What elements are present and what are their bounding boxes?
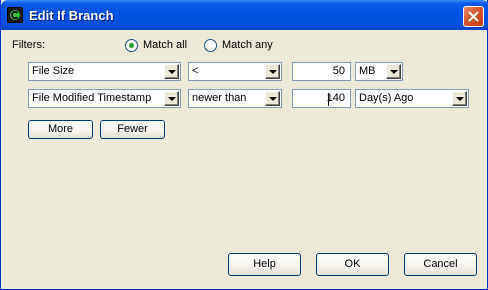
close-button[interactable]: [463, 6, 484, 27]
help-button[interactable]: Help: [228, 253, 301, 276]
filter-operator-value-2: newer than: [192, 92, 247, 104]
filter-value-input-1[interactable]: 50: [292, 62, 351, 81]
filter-field-value-2: File Modified Timestamp: [32, 92, 152, 104]
chevron-down-icon[interactable]: [265, 91, 280, 106]
match-all-radio[interactable]: [125, 39, 138, 52]
match-all-label[interactable]: Match all: [143, 39, 187, 51]
fewer-button[interactable]: Fewer: [100, 120, 165, 139]
filter-unit-value-1: MB: [359, 65, 376, 77]
window-title: Edit If Branch: [29, 8, 114, 23]
chevron-down-icon[interactable]: [164, 64, 179, 79]
filter-field-value-1: File Size: [32, 65, 75, 77]
filter-unit-select-2[interactable]: Day(s) Ago: [355, 89, 469, 108]
filter-value-input-2[interactable]: 140: [292, 89, 351, 108]
dialog-window: Edit If Branch Filters: Match all Match …: [0, 0, 488, 290]
filter-unit-select-1[interactable]: MB: [355, 62, 403, 81]
filters-label: Filters:: [12, 39, 45, 51]
filter-value-text-2: 140: [326, 92, 345, 104]
more-button[interactable]: More: [28, 120, 93, 139]
chevron-down-icon[interactable]: [386, 64, 401, 79]
filter-operator-select-1[interactable]: <: [188, 62, 282, 81]
cancel-button[interactable]: Cancel: [404, 253, 477, 276]
filter-unit-value-2: Day(s) Ago: [359, 92, 414, 104]
title-bar[interactable]: Edit If Branch: [1, 0, 488, 30]
match-any-radio[interactable]: [204, 39, 217, 52]
filter-field-select-1[interactable]: File Size: [28, 62, 181, 81]
chevron-down-icon[interactable]: [164, 91, 179, 106]
chevron-down-icon[interactable]: [265, 64, 280, 79]
filter-operator-select-2[interactable]: newer than: [188, 89, 282, 108]
filter-value-text-1: 50: [332, 65, 345, 77]
match-any-label[interactable]: Match any: [222, 39, 273, 51]
app-c-icon: [7, 7, 23, 23]
filter-operator-value-1: <: [192, 65, 199, 77]
ok-button[interactable]: OK: [316, 253, 389, 276]
filter-field-select-2[interactable]: File Modified Timestamp: [28, 89, 181, 108]
chevron-down-icon[interactable]: [452, 91, 467, 106]
close-icon: [468, 11, 479, 22]
